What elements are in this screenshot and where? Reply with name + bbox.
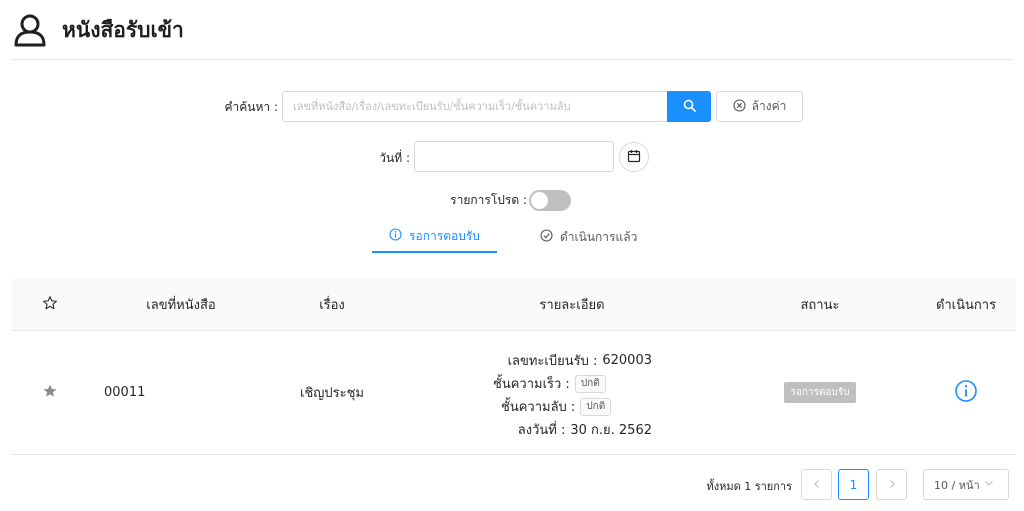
header-actions: ดำเนินการ	[935, 298, 997, 313]
info-action-icon[interactable]	[954, 379, 978, 407]
check-circle-icon	[540, 229, 553, 245]
close-circle-icon	[733, 98, 746, 115]
star-icon[interactable]	[42, 383, 58, 403]
header-details: รายละเอียด	[539, 298, 605, 313]
favorites-label: รายการโปรด :	[450, 193, 527, 207]
page-header: หนังสือรับเข้า	[12, 10, 184, 50]
reg-number-value: 620003	[602, 353, 652, 368]
table-row: 00011 เชิญประชุม เลขทะเบียนรับ : 620003 …	[12, 331, 1016, 455]
speed-line: ชั้นความเร็ว : ปกติ	[432, 372, 652, 395]
page-size-value: 10 / หน้า	[934, 478, 980, 492]
header-doc-number: เลขที่หนังสือ	[146, 298, 216, 313]
tab-done-label: ดำเนินการแล้ว	[560, 229, 638, 244]
favorites-toggle[interactable]	[529, 190, 571, 211]
search-row: คำค้นหา : ล้างค่า	[0, 91, 1024, 122]
star-outline-icon	[42, 295, 58, 315]
date-label: วันที่ :	[379, 151, 410, 165]
header-favorite-column[interactable]	[22, 278, 78, 331]
doc-number: 00011	[104, 385, 146, 400]
actions-cell	[916, 331, 1016, 454]
clear-button-label: ล้างค่า	[751, 99, 787, 113]
tab-pending[interactable]: รอการตอบรับ	[372, 221, 497, 253]
chevron-down-icon	[984, 478, 994, 491]
total-count: ทั้งหมด 1 รายการ	[706, 480, 792, 493]
search-input[interactable]	[282, 91, 667, 122]
date-line: ลงวันที่ : 30 ก.ย. 2562	[432, 418, 652, 441]
reg-number-line: เลขทะเบียนรับ : 620003	[432, 349, 652, 372]
speed-label: ชั้นความเร็ว :	[493, 377, 570, 392]
header-status: สถานะ	[800, 298, 840, 313]
secret-line: ชั้นความลับ : ปกติ	[432, 395, 652, 418]
chevron-left-icon	[812, 478, 822, 492]
details-cell: เลขทะเบียนรับ : 620003 ชั้นความเร็ว : ปก…	[432, 349, 652, 441]
header-subject: เรื่อง	[319, 298, 345, 313]
table-header: เลขที่หนังสือ เรื่อง รายละเอียด สถานะ ดำ…	[12, 278, 1016, 331]
search-button[interactable]	[667, 91, 711, 122]
search-icon	[683, 99, 696, 115]
speed-tag: ปกติ	[574, 374, 606, 393]
header-divider	[12, 59, 1012, 60]
subject: เชิญประชุม	[300, 386, 364, 401]
chevron-right-icon	[887, 478, 897, 492]
status-cell: รอการตอบรับ	[760, 331, 880, 454]
search-label: คำค้นหา :	[224, 100, 278, 114]
tab-pending-label: รอการตอบรับ	[409, 228, 480, 243]
toggle-knob	[531, 192, 548, 209]
date-value: 30 ก.ย. 2562	[570, 423, 652, 438]
clear-button[interactable]: ล้างค่า	[716, 91, 803, 122]
page-title: หนังสือรับเข้า	[62, 17, 184, 42]
secret-tag: ปกติ	[580, 397, 612, 416]
info-circle-icon	[389, 228, 402, 244]
page-number-button[interactable]: 1	[838, 469, 869, 500]
secret-label: ชั้นความลับ :	[501, 400, 576, 415]
status-badge: รอการตอบรับ	[783, 382, 857, 403]
date-input[interactable]	[414, 141, 614, 172]
user-icon	[12, 12, 48, 48]
favorite-cell[interactable]	[22, 331, 78, 454]
date-label-cell: ลงวันที่ :	[517, 423, 566, 438]
next-page-button[interactable]	[876, 469, 907, 500]
reg-number-label: เลขทะเบียนรับ :	[507, 354, 598, 369]
tab-done[interactable]: ดำเนินการแล้ว	[540, 221, 637, 253]
calendar-button[interactable]	[619, 142, 649, 172]
prev-page-button[interactable]	[801, 469, 832, 500]
calendar-icon	[627, 149, 641, 166]
page-size-select[interactable]: 10 / หน้า	[923, 469, 1009, 500]
